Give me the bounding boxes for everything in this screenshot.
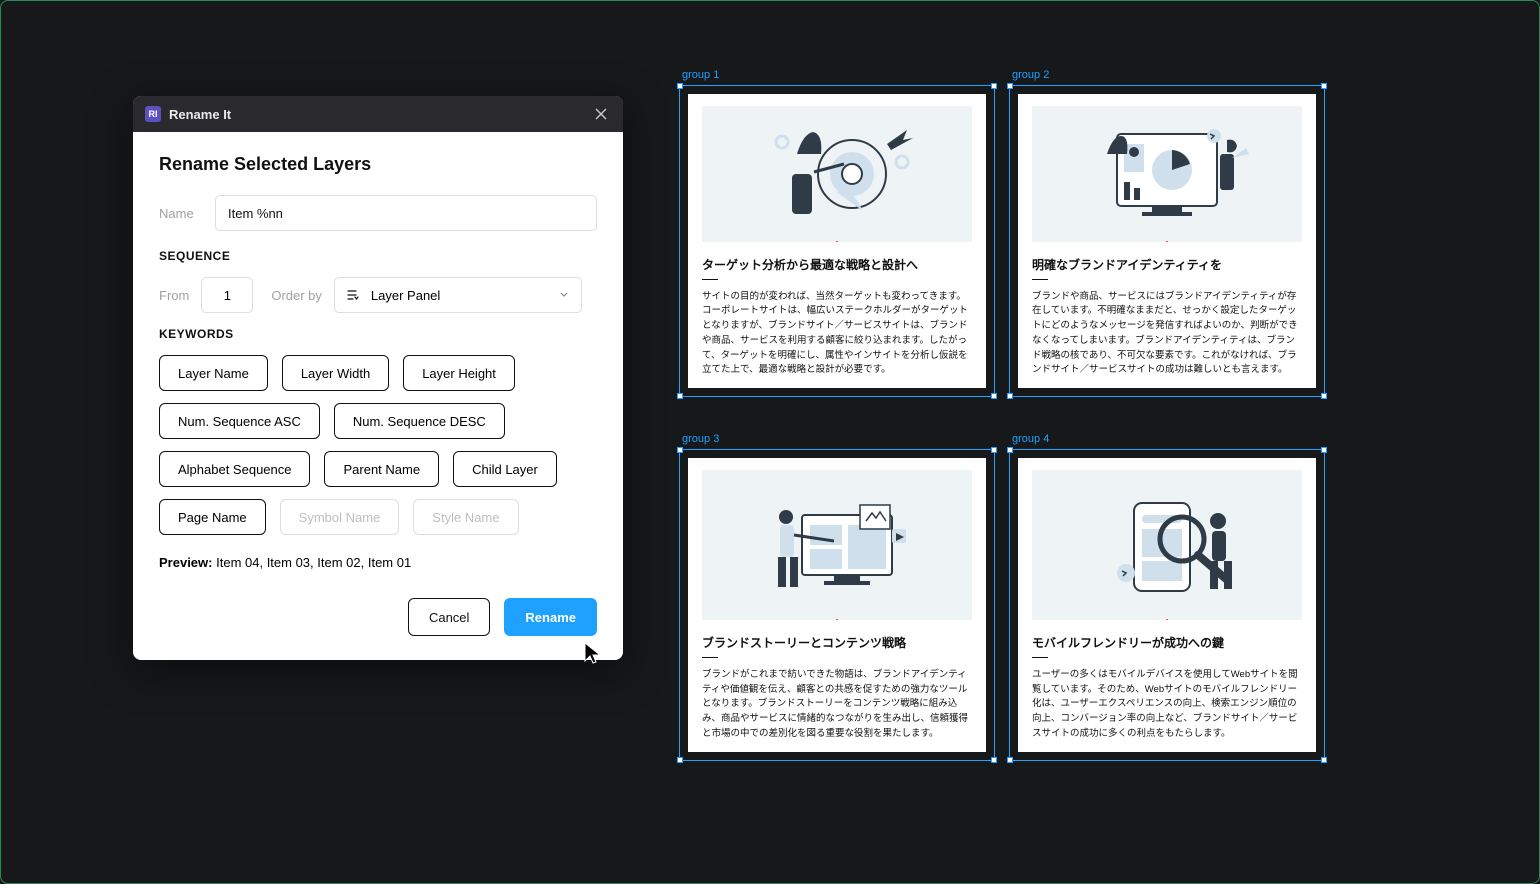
selected-group-2[interactable]: group 2 [1009,85,1325,397]
group-label: group 3 [682,433,719,445]
resize-handle[interactable] [677,393,683,399]
resize-handle[interactable] [1007,83,1013,89]
rename-button[interactable]: Rename [504,598,597,636]
selected-group-3[interactable]: group 3 [679,449,995,761]
chip-symbol-name: Symbol Name [280,499,400,535]
card-illustration [1032,106,1302,242]
group-label: group 4 [1012,433,1049,445]
from-input[interactable] [201,277,253,313]
dialog-body: Rename Selected Layers Name SEQUENCE Fro… [133,132,623,660]
group-label: group 2 [1012,69,1049,81]
card-body: ブランドや商品、サービスにはブランドアイデンティティが存在しています。不明確なま… [1032,290,1302,378]
chip-layer-width[interactable]: Layer Width [282,355,389,391]
chip-page-name[interactable]: Page Name [159,499,266,535]
card-illustration [702,470,972,620]
close-icon[interactable] [591,104,611,124]
divider [1032,657,1048,658]
sort-icon [345,287,361,303]
card: 明確なブランドアイデンティティを ブランドや商品、サービスにはブランドアイデンテ… [1018,94,1316,388]
resize-handle[interactable] [1007,447,1013,453]
chip-layer-name[interactable]: Layer Name [159,355,268,391]
card: モバイルフレンドリーが成功への鍵 ユーザーの多くはモバイルデバイスを使用してWe… [1018,458,1316,752]
resize-handle[interactable] [1321,83,1327,89]
order-by-value: Layer Panel [371,288,440,303]
canvas[interactable]: group 1 ターゲット分析から最 [679,85,1329,765]
card: ブランドストーリーとコンテンツ戦略 ブランドがこれまで紡いできた物語は、ブランド… [688,458,986,752]
order-by-label: Order by [271,288,322,303]
divider [702,279,718,280]
divider [1032,279,1048,280]
card-title: 明確なブランドアイデンティティを [1032,256,1302,273]
preview-label: Preview: [159,555,212,570]
resize-handle[interactable] [991,447,997,453]
name-label: Name [159,206,215,221]
rename-dialog: RI Rename It Rename Selected Layers Name… [133,96,623,660]
dialog-heading: Rename Selected Layers [159,154,597,175]
card-title: モバイルフレンドリーが成功への鍵 [1032,634,1302,651]
card-body: ユーザーの多くはモバイルデバイスを使用してWebサイトを閲覧しています。そのため… [1032,668,1302,742]
cancel-button[interactable]: Cancel [408,598,490,636]
resize-handle[interactable] [991,393,997,399]
selected-group-1[interactable]: group 1 ターゲット分析から最 [679,85,995,397]
preview-line: Preview: Item 04, Item 03, Item 02, Item… [159,555,597,570]
resize-handle[interactable] [991,83,997,89]
name-input[interactable] [215,195,597,231]
card: ターゲット分析から最適な戦略と設計へ サイトの目的が変われば、当然ターゲットも変… [688,94,986,388]
chip-num-seq-desc[interactable]: Num. Sequence DESC [334,403,505,439]
resize-handle[interactable] [1321,447,1327,453]
chip-style-name: Style Name [413,499,518,535]
resize-handle[interactable] [1007,757,1013,763]
plugin-logo: RI [145,106,161,122]
card-body: ブランドがこれまで紡いできた物語は、ブランドアイデンティティや価値観を伝え、顧客… [702,668,972,742]
chevron-down-icon [559,288,569,303]
sequence-section-label: SEQUENCE [159,249,597,263]
order-by-select[interactable]: Layer Panel [334,277,582,313]
chip-alphabet-seq[interactable]: Alphabet Sequence [159,451,310,487]
dialog-title: Rename It [169,107,231,122]
card-title: ブランドストーリーとコンテンツ戦略 [702,634,972,651]
preview-value: Item 04, Item 03, Item 02, Item 01 [216,555,411,570]
divider [702,657,718,658]
selected-group-4[interactable]: group 4 [1009,449,1325,761]
card-body: サイトの目的が変われば、当然ターゲットも変わってきます。コーポレートサイトは、幅… [702,290,972,378]
chip-num-seq-asc[interactable]: Num. Sequence ASC [159,403,320,439]
resize-handle[interactable] [991,757,997,763]
keywords-section-label: KEYWORDS [159,327,597,341]
card-title: ターゲット分析から最適な戦略と設計へ [702,256,972,273]
chip-child-layer[interactable]: Child Layer [453,451,557,487]
resize-handle[interactable] [677,757,683,763]
dialog-header: RI Rename It [133,96,623,132]
group-label: group 1 [682,69,719,81]
resize-handle[interactable] [1321,757,1327,763]
chip-parent-name[interactable]: Parent Name [324,451,439,487]
from-label: From [159,288,189,303]
keyword-chips: Layer Name Layer Width Layer Height Num.… [159,355,597,535]
chip-layer-height[interactable]: Layer Height [403,355,515,391]
resize-handle[interactable] [1321,393,1327,399]
resize-handle[interactable] [677,83,683,89]
card-illustration [702,106,972,242]
card-illustration [1032,470,1302,620]
resize-handle[interactable] [1007,393,1013,399]
resize-handle[interactable] [677,447,683,453]
